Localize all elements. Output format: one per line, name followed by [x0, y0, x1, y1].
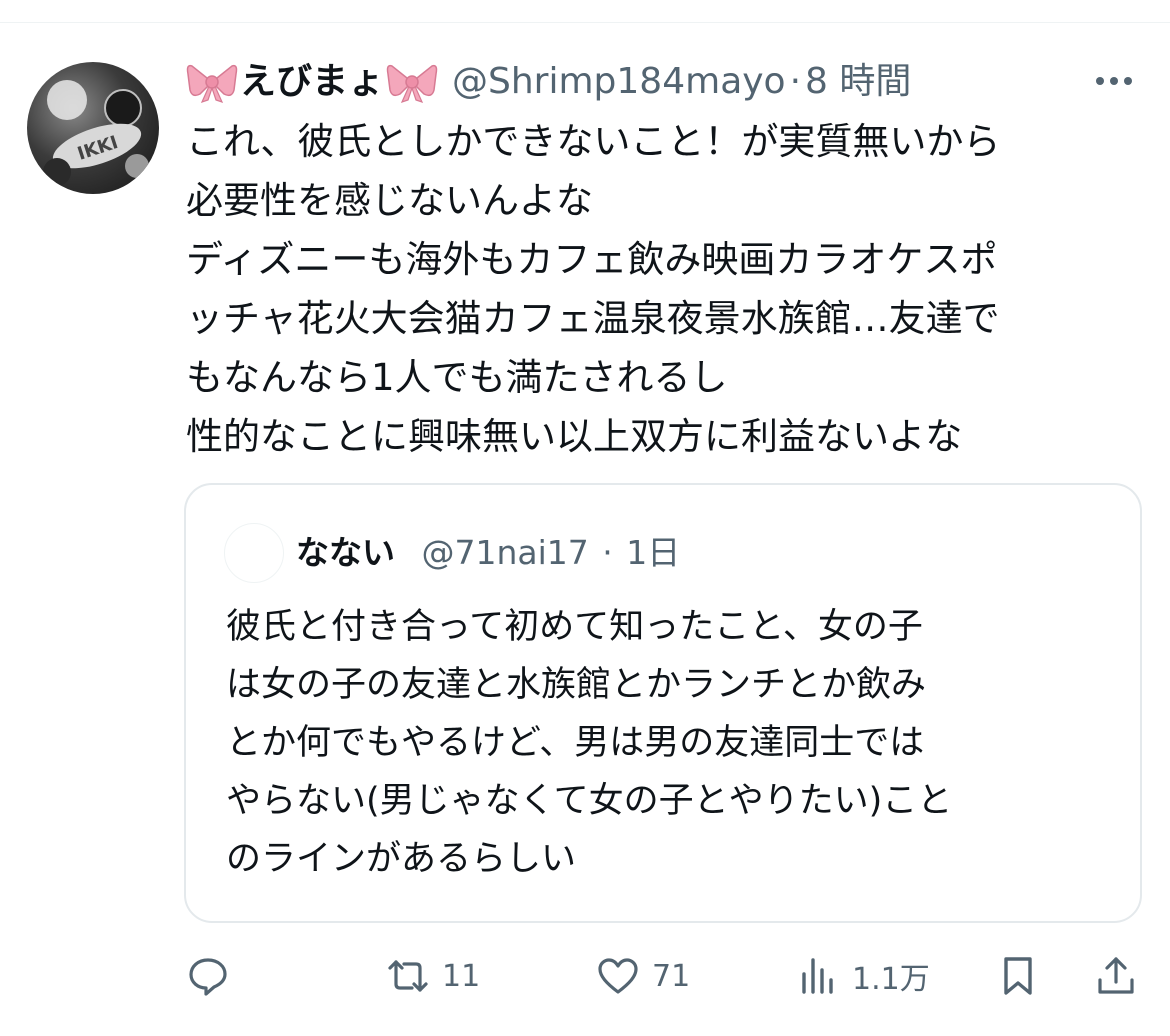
tweet-text: これ、彼氏としかできないこと！が実質無いから 必要性を感じないんよな ディズニー…	[186, 120, 1001, 458]
quoted-tweet-text: 彼氏と付き合って初めて知ったこと、女の子 は女の子の友達と水族館とかランチとか飲…	[226, 607, 953, 879]
views-chart-icon	[802, 958, 833, 994]
tweet-action-bar: 11 71 1.1万	[186, 948, 1146, 1004]
quoted-author-handle: @71nai17	[421, 533, 589, 572]
quoted-tweet-timestamp: 1日	[626, 533, 681, 572]
bookmark-button[interactable]	[996, 948, 1040, 1004]
like-count: 71	[652, 958, 691, 994]
ribbon-emoji-icon	[386, 60, 438, 104]
author-display-name[interactable]: えびまょ	[240, 56, 384, 108]
tweet-timestamp[interactable]: 8 時間	[805, 56, 911, 108]
more-options-button[interactable]	[1090, 66, 1138, 96]
quoted-tweet-header: なない @71nai17 · 1日	[296, 529, 680, 577]
share-button[interactable]	[1094, 948, 1138, 1004]
author-handle[interactable]: @Shrimp184mayo	[452, 56, 786, 108]
retweet-count: 11	[442, 958, 481, 994]
tweet-header: えびまょ @Shrimp184mayo · 8 時間	[186, 56, 911, 108]
views-button[interactable]: 1.1万	[796, 948, 930, 1004]
quoted-author-display-name: なない	[296, 533, 395, 572]
reply-button[interactable]	[186, 948, 230, 1004]
bookmark-icon	[1004, 957, 1032, 995]
heart-icon	[598, 958, 638, 994]
header-separator: ·	[789, 61, 802, 102]
avatar-image: IKKI	[43, 80, 149, 186]
author-avatar[interactable]: IKKI	[27, 62, 159, 194]
like-button[interactable]: 71	[596, 948, 690, 1004]
retweet-button[interactable]: 11	[386, 948, 480, 1004]
quoted-header-separator: ·	[602, 533, 613, 572]
reply-icon	[189, 958, 227, 996]
more-horizontal-icon	[1096, 77, 1132, 85]
quoted-author-avatar[interactable]	[224, 523, 284, 583]
ribbon-emoji-icon	[186, 60, 238, 104]
top-divider	[0, 22, 1170, 23]
quoted-tweet-card[interactable]: なない @71nai17 · 1日 彼氏と付き合って初めて知ったこと、女の子 は…	[184, 483, 1142, 923]
views-count: 1.1万	[852, 962, 930, 997]
share-icon	[1098, 957, 1134, 994]
retweet-icon	[388, 960, 428, 992]
